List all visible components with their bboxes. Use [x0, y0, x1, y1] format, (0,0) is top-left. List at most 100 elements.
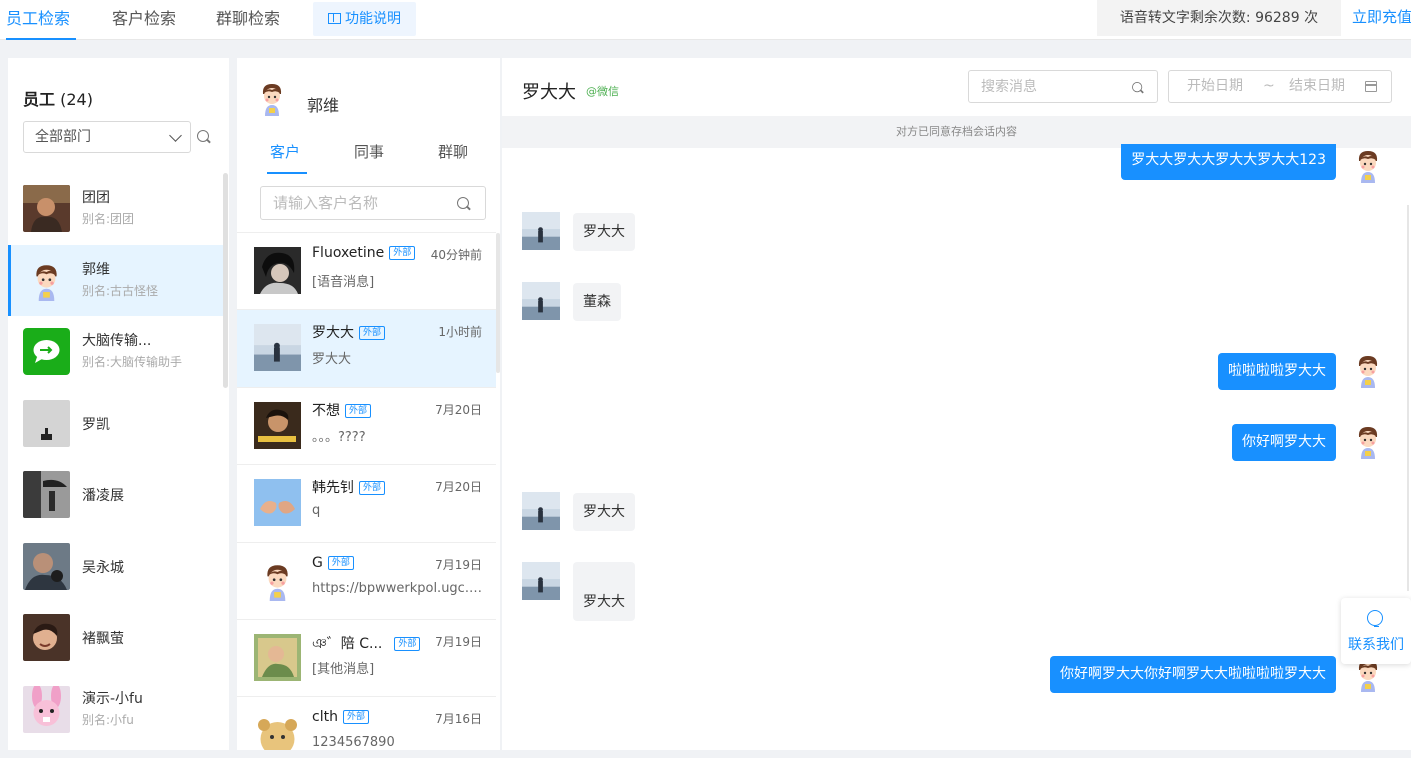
avatar: [23, 542, 70, 590]
customer-name-text: 韩先钊: [312, 480, 354, 497]
employee-list: 团团 别名:团团 郭维 别名:古古怪怪 大脑传输... 别名:大脑传输助手 罗凯…: [8, 173, 223, 745]
customer-name: Fluoxetine 外部: [312, 245, 416, 261]
avatar: [23, 399, 70, 447]
customer-name: G 外部: [312, 555, 354, 571]
message-bubble-sent: 你好啊罗大大你好啊罗大大啦啦啦啦罗大大: [1050, 656, 1336, 693]
external-badge: 外部: [359, 326, 386, 341]
message-bubble-received: 董森: [573, 283, 621, 321]
customer-item[interactable]: 不想 外部 7月20日 。。。????: [237, 386, 496, 464]
customer-item[interactable]: 韩先钊 外部 7月20日 q: [237, 464, 496, 541]
employee-item[interactable]: 潘凌展: [8, 459, 223, 531]
customer-last-message: 1234567890: [312, 735, 395, 750]
employee-name: 团团: [82, 190, 110, 206]
avatar: [254, 324, 301, 372]
external-badge: 外部: [327, 555, 354, 570]
avatar: [254, 401, 301, 449]
search-icon[interactable]: [457, 197, 471, 211]
avatar: [522, 282, 560, 320]
avatar: [522, 212, 560, 250]
search-icon[interactable]: [197, 130, 211, 144]
customer-tabs: 客户 同事 群聊: [237, 142, 500, 174]
avatar: [23, 328, 70, 375]
department-select-value: 全部部门: [35, 129, 91, 145]
department-select[interactable]: 全部部门: [23, 121, 191, 153]
avatar: [23, 471, 70, 518]
end-date-input[interactable]: 结束日期: [1289, 71, 1345, 102]
customer-name: 不想 外部: [312, 400, 372, 420]
message-bubble-received: 罗大大: [573, 562, 635, 621]
customer-list: Fluoxetine 外部 40分钟前 [语音消息] 罗大大 外部 1小时前 罗大大…: [237, 232, 496, 750]
contact-us-label: 联系我们: [1348, 637, 1404, 653]
employee-alias: 别名:大脑传输助手: [82, 355, 183, 369]
customer-search-input[interactable]: [273, 187, 453, 219]
employee-name: 潘凌展: [82, 488, 124, 504]
customer-item[interactable]: G 外部 7月19日 https://bpwwerkpol.ugc.w...: [237, 541, 496, 619]
customer-name-text: Fluoxetine: [312, 245, 385, 261]
customer-list-scrollbar[interactable]: [496, 233, 500, 373]
avatar: [23, 185, 70, 232]
tab-group-search[interactable]: 群聊检索: [216, 0, 286, 40]
customer-item[interactable]: ঞ゛陪 𝖢... 外部 7月19日 [其他消息]: [237, 618, 496, 696]
employee-title-label: 员工: [23, 90, 56, 109]
recharge-link[interactable]: 立即充值: [1352, 0, 1411, 36]
avatar: [254, 479, 301, 527]
customer-name-text: ঞ゛陪 𝖢...: [312, 635, 383, 652]
employee-item[interactable]: 团团 别名:团团: [8, 173, 223, 245]
employee-item[interactable]: 吴永城: [8, 531, 223, 603]
message-search-input[interactable]: [981, 71, 1126, 102]
customer-item[interactable]: clth 外部 7月16日 1234567890: [237, 696, 496, 750]
employee-name: 罗凯: [82, 416, 110, 433]
avatar: [23, 685, 70, 733]
avatar: [23, 257, 70, 304]
employee-item[interactable]: 郭维 别名:古古怪怪: [8, 244, 223, 316]
avatar: [1355, 425, 1381, 459]
customer-search: [260, 186, 486, 220]
headset-icon: [1367, 610, 1383, 627]
help-button[interactable]: 功能说明: [313, 2, 416, 36]
tab-customers[interactable]: 客户: [266, 142, 308, 174]
customer-item[interactable]: 罗大大 外部 1小时前 罗大大: [237, 309, 496, 387]
tab-group-chats[interactable]: 群聊: [438, 142, 468, 174]
employee-name: 褚飘萤: [82, 631, 124, 647]
avatar: [254, 557, 301, 604]
employee-list-scrollbar[interactable]: [223, 173, 228, 388]
quota-label: 语音转文字剩余次数:: [1119, 10, 1251, 26]
customer-time: 7月20日: [435, 402, 482, 417]
customer-panel: 郭维 客户 同事 群聊 Fluoxetine 外部 40分钟前 [语音消息] 罗大…: [237, 58, 500, 750]
employee-alias: 别名:团团: [82, 212, 135, 226]
customer-name-text: G: [312, 554, 323, 571]
calendar-icon: [1365, 81, 1377, 92]
selected-employee-name: 郭维: [307, 96, 340, 115]
avatar: [522, 492, 560, 530]
employee-item[interactable]: 褚飘萤: [8, 602, 223, 674]
employee-item[interactable]: 罗凯: [8, 388, 223, 460]
date-range-picker[interactable]: 开始日期 ~ 结束日期: [1168, 70, 1392, 103]
voice-quota: 语音转文字剩余次数: 96289 次: [1097, 0, 1341, 36]
employee-count: (24): [60, 90, 93, 109]
employee-item[interactable]: 演示-小fu 别名:小fu: [8, 674, 223, 746]
start-date-input[interactable]: 开始日期: [1187, 71, 1243, 102]
customer-time: 1小时前: [438, 325, 482, 340]
employee-item[interactable]: 大脑传输... 别名:大脑传输助手: [8, 316, 223, 388]
avatar: [254, 711, 301, 750]
customer-last-message: q: [312, 503, 321, 519]
chat-title: 罗大大: [522, 82, 576, 103]
tab-customer-search[interactable]: 客户检索: [112, 0, 182, 40]
customer-name-text: 罗大大: [312, 325, 354, 342]
date-separator: ~: [1263, 78, 1275, 94]
external-badge: 外部: [342, 710, 369, 725]
search-icon[interactable]: [1132, 82, 1144, 94]
customer-time: 40分钟前: [430, 248, 482, 262]
tab-employee-search[interactable]: 员工检索: [6, 0, 76, 40]
avatar: [522, 562, 560, 600]
customer-name: ঞ゛陪 𝖢... 外部: [312, 632, 421, 656]
customer-time: 7月19日: [435, 634, 482, 649]
customer-name: 韩先钊 外部: [312, 477, 386, 497]
customer-item[interactable]: Fluoxetine 外部 40分钟前 [语音消息]: [237, 232, 496, 309]
tab-colleagues[interactable]: 同事: [354, 142, 384, 174]
chat-scrollbar[interactable]: [1407, 205, 1409, 591]
employee-title: 员工 (24): [23, 86, 93, 110]
top-bar: 员工检索 客户检索 群聊检索 功能说明 语音转文字剩余次数: 96289 次 立…: [0, 0, 1411, 40]
chat-panel: 罗大大 @微信 开始日期 ~ 结束日期 对方已同意存档会话内容 罗大大罗大大罗大…: [502, 58, 1411, 750]
contact-us-button[interactable]: 联系我们: [1341, 598, 1411, 664]
